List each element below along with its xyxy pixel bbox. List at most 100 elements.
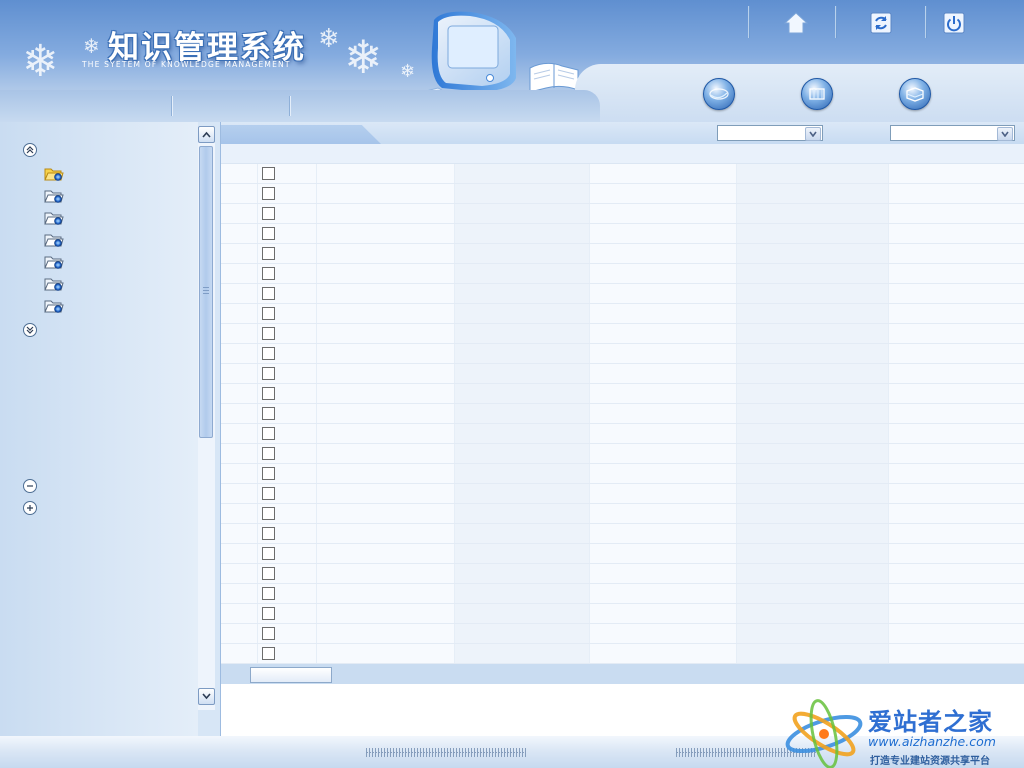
folder-item[interactable] [44, 166, 64, 182]
tab-main[interactable] [221, 125, 381, 144]
table-row[interactable] [221, 364, 1024, 384]
row-checkbox[interactable] [262, 447, 275, 460]
row-checkbox[interactable] [262, 267, 275, 280]
table-cell [590, 384, 737, 403]
expand-down-button[interactable] [23, 323, 37, 337]
table-cell [455, 564, 590, 583]
table-cell [590, 464, 737, 483]
table-cell [737, 244, 889, 263]
table-row[interactable] [221, 344, 1024, 364]
table-row[interactable] [221, 504, 1024, 524]
row-checkbox[interactable] [262, 607, 275, 620]
table-header [221, 144, 1024, 164]
folder-item[interactable] [44, 188, 64, 204]
table-cell [221, 484, 258, 503]
table-cell [455, 424, 590, 443]
table-row[interactable] [221, 184, 1024, 204]
atom-logo-icon [785, 699, 863, 768]
row-checkbox[interactable] [262, 207, 275, 220]
nav-orb-globe[interactable] [703, 78, 735, 110]
row-checkbox[interactable] [262, 367, 275, 380]
table-row[interactable] [221, 384, 1024, 404]
collapse-all-button[interactable] [23, 479, 37, 493]
row-checkbox[interactable] [262, 567, 275, 580]
table-row[interactable] [221, 264, 1024, 284]
row-checkbox[interactable] [262, 387, 275, 400]
row-checkbox[interactable] [262, 327, 275, 340]
row-checkbox[interactable] [262, 227, 275, 240]
row-checkbox[interactable] [262, 187, 275, 200]
table-row[interactable] [221, 624, 1024, 644]
row-checkbox[interactable] [262, 247, 275, 260]
folder-item[interactable] [44, 210, 64, 226]
table-row[interactable] [221, 524, 1024, 544]
table-cell [590, 324, 737, 343]
table-row[interactable] [221, 224, 1024, 244]
table-row[interactable] [221, 204, 1024, 224]
row-checkbox[interactable] [262, 287, 275, 300]
table-cell [221, 504, 258, 523]
row-checkbox[interactable] [262, 167, 275, 180]
refresh-button[interactable] [868, 10, 894, 36]
nav-orb-grid[interactable] [801, 78, 833, 110]
row-checkbox[interactable] [262, 647, 275, 660]
folder-item[interactable] [44, 254, 64, 270]
table-row[interactable] [221, 324, 1024, 344]
row-checkbox[interactable] [262, 627, 275, 640]
scroll-up-button[interactable] [198, 126, 215, 143]
table-cell [317, 384, 455, 403]
table-row[interactable] [221, 284, 1024, 304]
table-cell [455, 544, 590, 563]
sidebar-scrollbar[interactable] [198, 126, 215, 710]
table-row[interactable] [221, 584, 1024, 604]
row-checkbox[interactable] [262, 547, 275, 560]
table-cell [221, 224, 258, 243]
table-row[interactable] [221, 304, 1024, 324]
plus-icon [27, 505, 33, 511]
table-row[interactable] [221, 164, 1024, 184]
table-cell [889, 384, 1024, 403]
table-cell [889, 304, 1024, 323]
row-checkbox[interactable] [262, 487, 275, 500]
table-cell [455, 264, 590, 283]
row-checkbox[interactable] [262, 587, 275, 600]
collapse-up-button[interactable] [23, 143, 37, 157]
table-cell [889, 424, 1024, 443]
table-row[interactable] [221, 244, 1024, 264]
folder-item[interactable] [44, 276, 64, 292]
table-row[interactable] [221, 444, 1024, 464]
row-checkbox[interactable] [262, 407, 275, 420]
folder-item[interactable] [44, 298, 64, 314]
table-row[interactable] [221, 424, 1024, 444]
table-cell [455, 224, 590, 243]
table-cell [590, 444, 737, 463]
folder-item[interactable] [44, 232, 64, 248]
filter-select-1[interactable] [717, 125, 823, 141]
footer-button[interactable] [250, 667, 332, 683]
expand-all-button[interactable] [23, 501, 37, 515]
table-cell [737, 484, 889, 503]
home-icon [784, 12, 808, 34]
table-row[interactable] [221, 564, 1024, 584]
table-row[interactable] [221, 484, 1024, 504]
row-checkbox[interactable] [262, 307, 275, 320]
row-checkbox[interactable] [262, 507, 275, 520]
table-row[interactable] [221, 404, 1024, 424]
row-checkbox[interactable] [262, 467, 275, 480]
table-row[interactable] [221, 544, 1024, 564]
table-cell [889, 504, 1024, 523]
row-checkbox[interactable] [262, 347, 275, 360]
row-checkbox[interactable] [262, 427, 275, 440]
table-row[interactable] [221, 464, 1024, 484]
scroll-down-button[interactable] [198, 688, 215, 705]
table-row[interactable] [221, 644, 1024, 664]
home-button[interactable] [783, 10, 809, 36]
scroll-thumb[interactable] [199, 146, 213, 438]
table-row[interactable] [221, 604, 1024, 624]
logout-button[interactable] [941, 10, 967, 36]
row-checkbox[interactable] [262, 527, 275, 540]
watermark-name: 爱站者之家 [868, 708, 993, 736]
table-cell [590, 484, 737, 503]
filter-select-2[interactable] [890, 125, 1015, 141]
nav-orb-book[interactable] [899, 78, 931, 110]
